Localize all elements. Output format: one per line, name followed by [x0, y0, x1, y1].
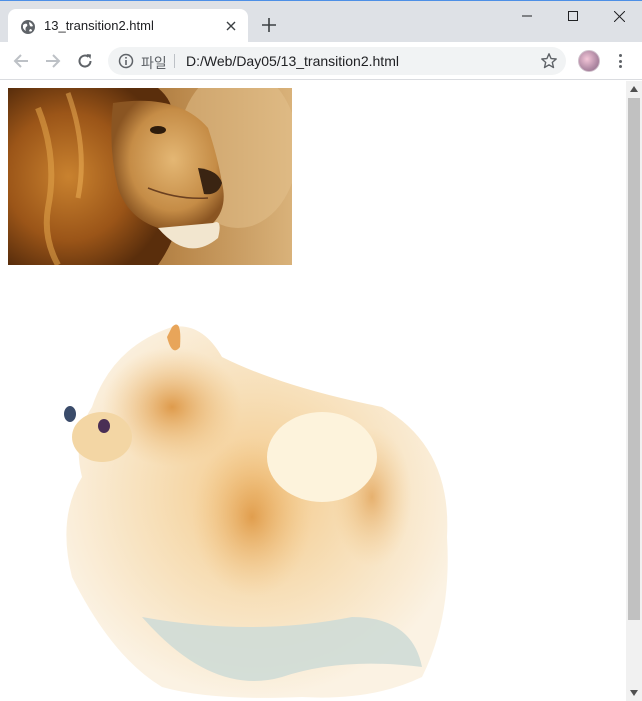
maximize-icon — [568, 11, 578, 21]
forward-button[interactable] — [42, 50, 64, 72]
url-text[interactable]: D:/Web/Day05/13_transition2.html — [186, 53, 399, 69]
scroll-thumb[interactable] — [628, 98, 640, 620]
plus-icon — [262, 18, 276, 32]
profile-avatar[interactable] — [578, 50, 600, 72]
arrow-right-icon — [46, 54, 61, 68]
toolbar: 파일 D:/Web/Day05/13_transition2.html — [0, 42, 642, 80]
lion-image — [8, 88, 292, 265]
minimize-icon — [522, 15, 532, 17]
active-tab[interactable]: 13_transition2.html — [8, 9, 248, 43]
scroll-up-button[interactable] — [626, 81, 642, 97]
tab-strip: 13_transition2.html — [0, 0, 642, 43]
vertical-scrollbar[interactable] — [626, 81, 642, 701]
triangle-up-icon — [630, 86, 638, 92]
back-button[interactable] — [10, 50, 32, 72]
arrow-left-icon — [13, 54, 28, 68]
tab-title: 13_transition2.html — [44, 18, 154, 33]
info-icon[interactable] — [118, 53, 134, 69]
kebab-menu-icon[interactable] — [612, 51, 628, 71]
tab-close-button[interactable] — [222, 17, 240, 35]
globe-icon — [21, 20, 35, 34]
triangle-down-icon — [630, 690, 638, 696]
minimize-button[interactable] — [504, 1, 550, 31]
window-close-button[interactable] — [596, 1, 642, 31]
reload-icon — [78, 54, 92, 68]
address-bar[interactable]: 파일 D:/Web/Day05/13_transition2.html — [108, 47, 566, 75]
browser-window: 13_transition2.html 파일 D:/Web/Day05/13_t… — [0, 0, 642, 701]
new-tab-button[interactable] — [258, 14, 280, 36]
page-content — [0, 81, 626, 701]
maximize-button[interactable] — [550, 1, 596, 31]
scheme-label: 파일 — [141, 55, 167, 71]
scroll-down-button[interactable] — [626, 685, 642, 701]
close-icon — [226, 21, 236, 31]
omnibox-divider — [174, 54, 175, 68]
star-icon[interactable] — [540, 52, 558, 70]
reload-button[interactable] — [74, 50, 96, 72]
close-icon — [613, 10, 625, 22]
dog-image — [64, 324, 448, 698]
